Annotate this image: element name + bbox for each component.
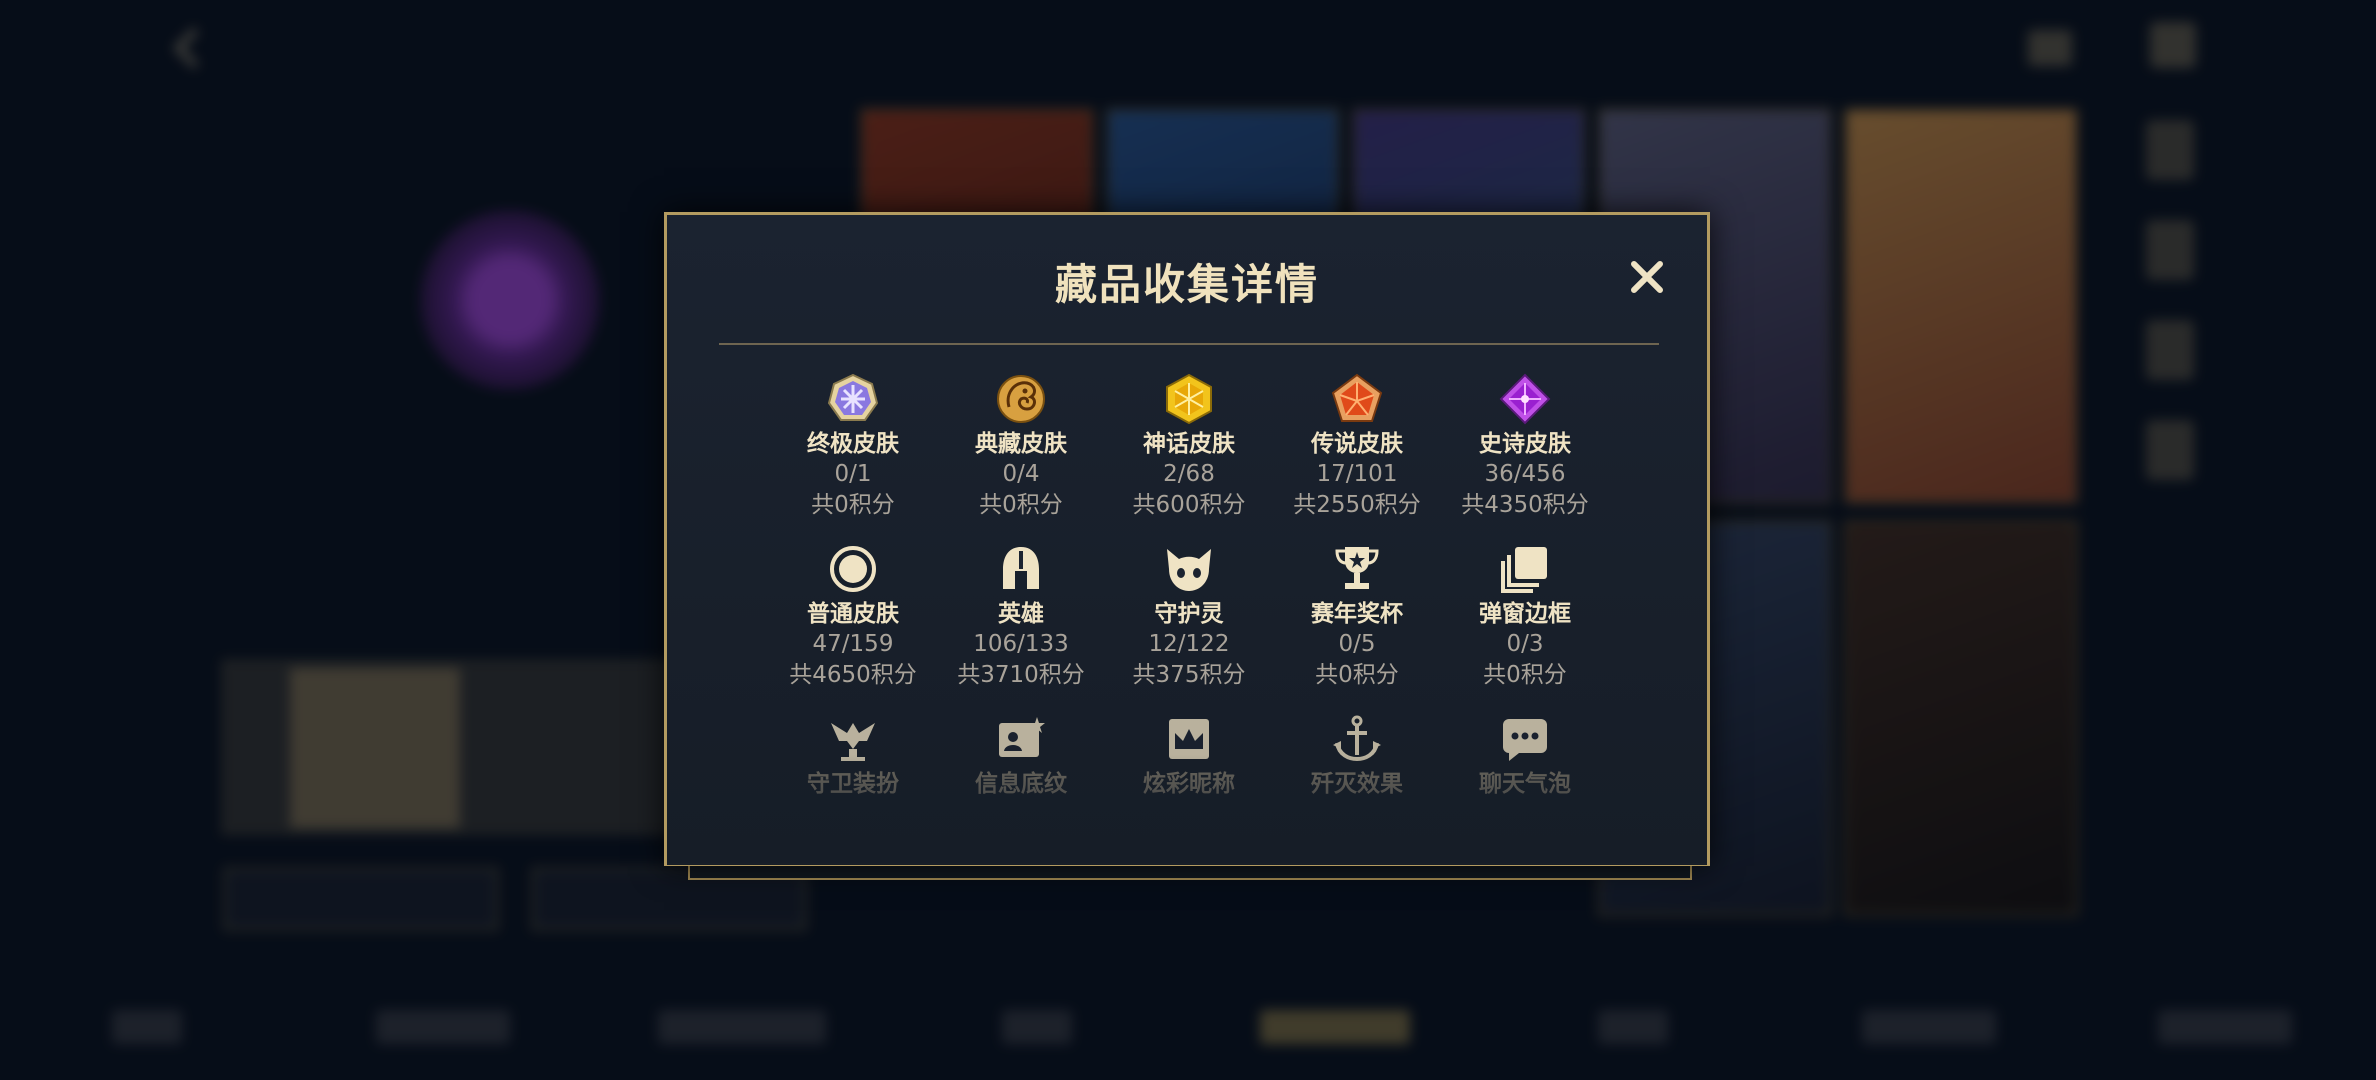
common-skin-icon	[827, 543, 879, 595]
item-name: 英雄	[998, 601, 1044, 627]
item-name: 终极皮肤	[807, 431, 899, 457]
item-name: 歼灭效果	[1311, 771, 1403, 797]
item-count: 36/456	[1484, 461, 1566, 487]
collector-skin-icon	[995, 373, 1047, 425]
item-points: 共0积分	[1483, 662, 1567, 688]
item-count: 106/133	[973, 631, 1069, 657]
item-name: 聊天气泡	[1479, 771, 1571, 797]
collection-item-hero[interactable]: 英雄 106/133 共3710积分	[937, 543, 1105, 691]
collection-details-dialog: 藏品收集详情 终极皮肤 0/1 共0积分 典藏皮肤 0/4 共0积分 神话皮肤 …	[664, 212, 1710, 866]
mythic-skin-icon	[1163, 373, 1215, 425]
item-count: 47/159	[812, 631, 894, 657]
collection-item-chat-bubble[interactable]: 聊天气泡	[1441, 713, 1609, 799]
collection-item-info-card[interactable]: 信息底纹	[937, 713, 1105, 799]
item-points: 共600积分	[1132, 492, 1246, 518]
item-name: 传说皮肤	[1311, 431, 1403, 457]
collection-item-ward-skin[interactable]: 守卫装扮	[769, 713, 937, 799]
legendary-skin-icon	[1331, 373, 1383, 425]
modal-bottom-edge	[688, 866, 1692, 880]
collection-item-season-trophy[interactable]: 赛年奖杯 0/5 共0积分	[1273, 543, 1441, 691]
item-name: 守卫装扮	[807, 771, 899, 797]
item-points: 共0积分	[1315, 662, 1399, 688]
collection-item-collector-skin[interactable]: 典藏皮肤 0/4 共0积分	[937, 373, 1105, 521]
item-name: 神话皮肤	[1143, 431, 1235, 457]
epic-skin-icon	[1499, 373, 1551, 425]
item-points: 共0积分	[979, 492, 1063, 518]
popup-frame-icon	[1499, 543, 1551, 595]
collection-item-guardian-spirit[interactable]: 守护灵 12/122 共375积分	[1105, 543, 1273, 691]
item-name: 守护灵	[1154, 601, 1224, 627]
info-card-icon	[995, 713, 1047, 765]
item-points: 共4350积分	[1461, 492, 1589, 518]
nickname-crown-icon	[1163, 713, 1215, 765]
item-points: 共4650积分	[789, 662, 917, 688]
anchor-icon	[1331, 713, 1383, 765]
dialog-title: 藏品收集详情	[1054, 260, 1319, 309]
close-button[interactable]	[1623, 253, 1671, 301]
item-count: 0/1	[834, 461, 872, 487]
item-name: 弹窗边框	[1479, 601, 1571, 627]
item-points: 共0积分	[811, 492, 895, 518]
chat-bubble-icon	[1499, 713, 1551, 765]
ward-skin-icon	[827, 713, 879, 765]
item-count: 0/4	[1002, 461, 1040, 487]
ultimate-skin-icon	[827, 373, 879, 425]
item-points: 共2550积分	[1293, 492, 1421, 518]
collection-item-mythic-skin[interactable]: 神话皮肤 2/68 共600积分	[1105, 373, 1273, 521]
item-count: 0/5	[1338, 631, 1376, 657]
item-count: 2/68	[1163, 461, 1215, 487]
item-name: 赛年奖杯	[1311, 601, 1403, 627]
item-count: 0/3	[1506, 631, 1544, 657]
collection-item-elimination-effect[interactable]: 歼灭效果	[1273, 713, 1441, 799]
item-points: 共3710积分	[957, 662, 1085, 688]
item-count: 17/101	[1316, 461, 1398, 487]
collection-item-ultimate-skin[interactable]: 终极皮肤 0/1 共0积分	[769, 373, 937, 521]
collection-item-common-skin[interactable]: 普通皮肤 47/159 共4650积分	[769, 543, 937, 691]
collection-item-nickname[interactable]: 炫彩昵称	[1105, 713, 1273, 799]
collection-item-legendary-skin[interactable]: 传说皮肤 17/101 共2550积分	[1273, 373, 1441, 521]
guardian-spirit-icon	[1163, 543, 1215, 595]
trophy-icon	[1331, 543, 1383, 595]
close-icon	[1631, 261, 1663, 293]
item-points: 共375积分	[1132, 662, 1246, 688]
collection-item-epic-skin[interactable]: 史诗皮肤 36/456 共4350积分	[1441, 373, 1609, 521]
item-name: 炫彩昵称	[1143, 771, 1235, 797]
item-name: 普通皮肤	[807, 601, 899, 627]
title-divider	[719, 343, 1659, 345]
collection-item-popup-frame[interactable]: 弹窗边框 0/3 共0积分	[1441, 543, 1609, 691]
item-name: 信息底纹	[975, 771, 1067, 797]
hero-helmet-icon	[995, 543, 1047, 595]
item-name: 史诗皮肤	[1479, 431, 1571, 457]
item-name: 典藏皮肤	[975, 431, 1067, 457]
item-count: 12/122	[1148, 631, 1230, 657]
